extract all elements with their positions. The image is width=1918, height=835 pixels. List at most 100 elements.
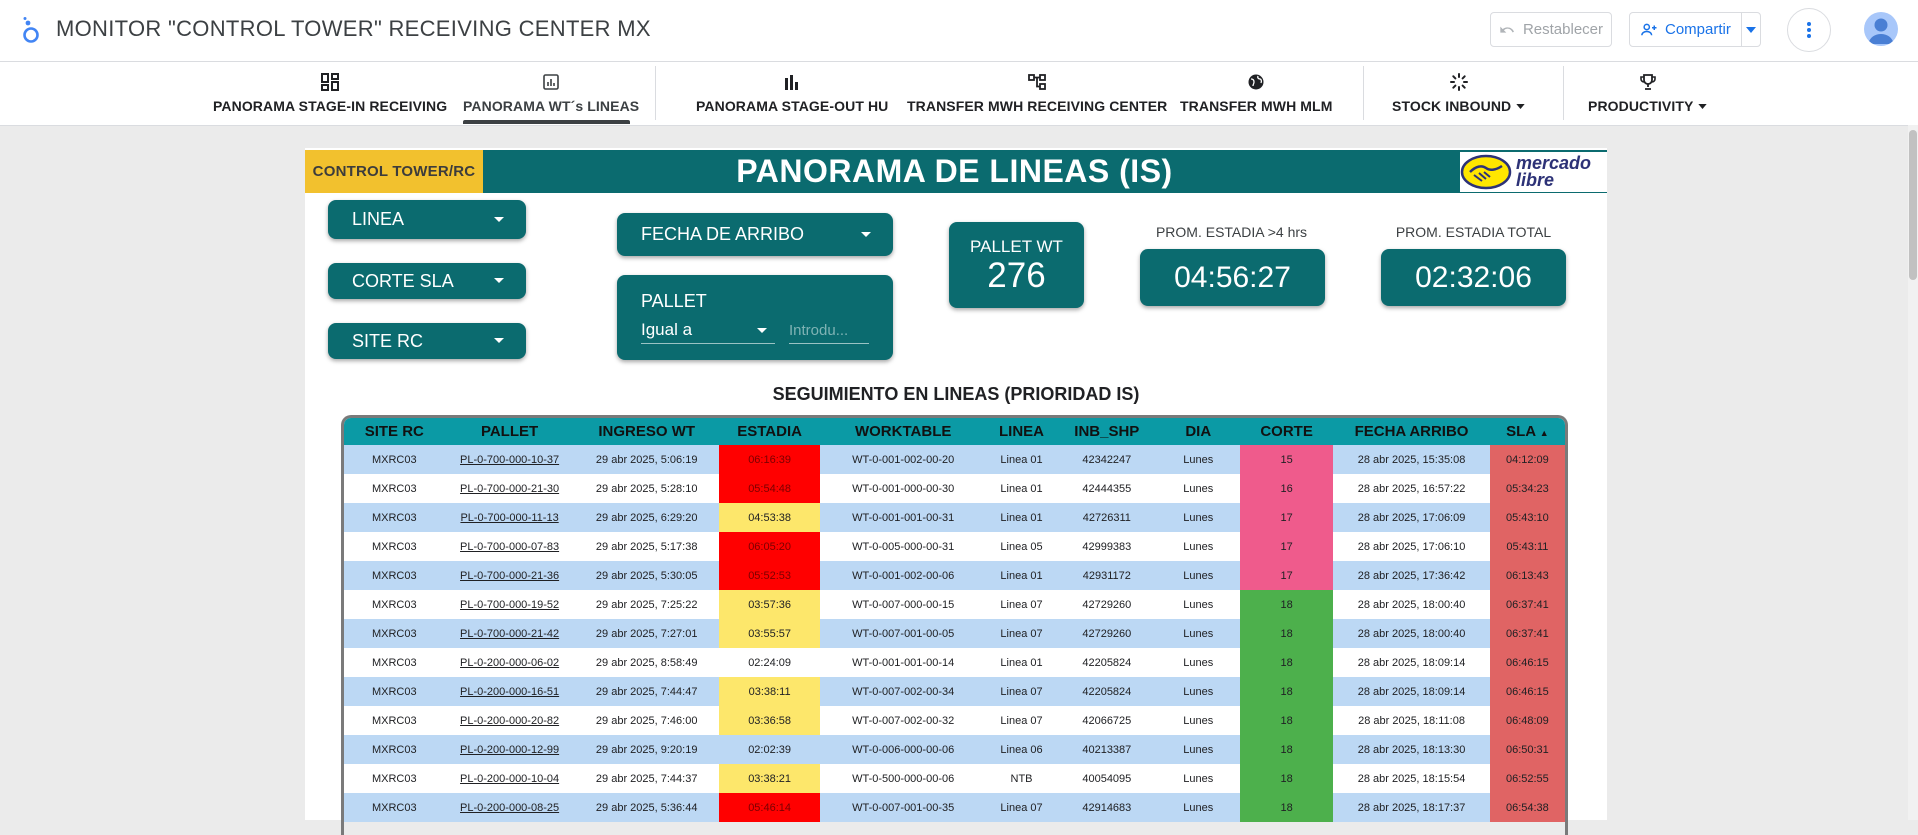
site-rc-filter-label: SITE RC xyxy=(352,330,424,351)
fecha-arribo-filter[interactable]: FECHA DE ARRIBO xyxy=(617,213,893,256)
cell-pallet[interactable]: PL-0-200-000-20-82 xyxy=(444,706,575,735)
col-header-site-rc[interactable]: SITE RC xyxy=(344,418,445,445)
cell-ingreso-wt: 29 abr 2025, 5:30:05 xyxy=(574,561,719,590)
cell-corte: 17 xyxy=(1239,503,1334,532)
cell-pallet[interactable]: PL-0-200-000-16-51 xyxy=(444,677,575,706)
col-header-sla[interactable]: SLA ▲ xyxy=(1489,418,1565,445)
estadia-total-caption: PROM. ESTADIA TOTAL xyxy=(1395,224,1552,240)
cell-estadia: 05:46:14 xyxy=(718,793,821,822)
cell-linea: Linea 01 xyxy=(985,648,1058,677)
linea-filter[interactable]: LINEA xyxy=(328,200,526,239)
corte-sla-filter[interactable]: CORTE SLA xyxy=(328,263,526,299)
cell-pallet[interactable]: PL-0-700-000-19-52 xyxy=(444,590,575,619)
cell-estadia: 03:55:57 xyxy=(718,619,821,648)
share-button[interactable]: Compartir xyxy=(1629,12,1761,47)
cell-linea: Linea 01 xyxy=(985,445,1058,474)
cell-fecha-arribo: 28 abr 2025, 18:00:40 xyxy=(1333,590,1490,619)
table-row: MXRC03 PL-0-700-000-21-42 29 abr 2025, 7:2… xyxy=(344,619,1565,648)
cell-sla: 06:37:41 xyxy=(1489,590,1565,619)
tab-productivity[interactable]: PRODUCTIVITY xyxy=(1588,72,1708,122)
spinner-icon xyxy=(1449,73,1468,91)
cell-dia: Lunes xyxy=(1156,619,1240,648)
cell-fecha-arribo: 28 abr 2025, 15:35:08 xyxy=(1333,445,1490,474)
fecha-arribo-filter-label: FECHA DE ARRIBO xyxy=(641,224,805,244)
control-tower-label: CONTROL TOWER/RC xyxy=(305,150,483,193)
cell-worktable: WT-0-007-002-00-34 xyxy=(820,677,986,706)
cell-pallet[interactable]: PL-0-700-000-11-13 xyxy=(444,503,575,532)
tab-panorama-wt-lineas[interactable]: PANORAMA WT´s LINEAS xyxy=(463,72,639,122)
tab-panorama-stage-out[interactable]: PANORAMA STAGE-OUT HU xyxy=(696,72,888,122)
col-header-linea[interactable]: LINEA xyxy=(985,418,1058,445)
col-header-pallet[interactable]: PALLET xyxy=(444,418,575,445)
cell-ingreso-wt: 29 abr 2025, 5:06:19 xyxy=(574,445,719,474)
cell-pallet[interactable]: PL-0-700-000-10-37 xyxy=(444,445,575,474)
tab-label: PANORAMA STAGE-IN RECEIVING xyxy=(213,98,448,114)
cell-dia: Lunes xyxy=(1156,474,1240,503)
col-header-corte[interactable]: CORTE xyxy=(1239,418,1334,445)
cell-pallet[interactable]: PL-0-200-000-12-99 xyxy=(444,735,575,764)
caret-down-icon xyxy=(1516,103,1525,109)
tab-stock-inbound[interactable]: STOCK INBOUND xyxy=(1392,72,1525,122)
cell-corte: 18 xyxy=(1239,793,1334,822)
cell-pallet[interactable]: PL-0-700-000-21-36 xyxy=(444,561,575,590)
cell-fecha-arribo: 28 abr 2025, 17:06:09 xyxy=(1333,503,1490,532)
cell-corte: 18 xyxy=(1239,619,1334,648)
cell-worktable: WT-0-006-000-00-06 xyxy=(820,735,986,764)
cell-estadia: 02:02:39 xyxy=(718,735,821,764)
scrollbar-thumb[interactable] xyxy=(1909,130,1917,280)
cell-pallet[interactable]: PL-0-700-000-21-30 xyxy=(444,474,575,503)
tab-label: PRODUCTIVITY xyxy=(1588,98,1694,114)
pallet-filter: PALLET Igual a Introdu... xyxy=(617,275,893,360)
tab-transfer-mwh-mlm[interactable]: TRANSFER MWH MLM xyxy=(1180,72,1332,122)
bar-chart-icon xyxy=(785,75,799,90)
trophy-icon xyxy=(1639,74,1656,90)
cell-linea: Linea 05 xyxy=(985,532,1058,561)
col-header-dia[interactable]: DIA xyxy=(1156,418,1240,445)
cell-worktable: WT-0-005-000-00-31 xyxy=(820,532,986,561)
pallet-operator-select[interactable]: Igual a xyxy=(641,317,775,344)
cell-ingreso-wt: 29 abr 2025, 7:44:37 xyxy=(574,764,719,793)
cell-pallet[interactable]: PL-0-200-000-06-02 xyxy=(444,648,575,677)
tab-panorama-stage-in[interactable]: PANORAMA STAGE-IN RECEIVING xyxy=(213,72,447,122)
tab-transfer-mwh-receiving[interactable]: TRANSFER MWH RECEIVING CENTER xyxy=(907,72,1167,122)
person-add-icon xyxy=(1641,23,1657,35)
cell-linea: Linea 01 xyxy=(985,474,1058,503)
caret-down-icon xyxy=(494,338,504,343)
tab-label: PANORAMA STAGE-OUT HU xyxy=(696,98,889,114)
avatar[interactable] xyxy=(1864,12,1898,46)
cell-linea: Linea 07 xyxy=(985,706,1058,735)
col-header-inb-shp[interactable]: INB_SHP xyxy=(1057,418,1157,445)
col-header-ingreso-wt[interactable]: INGRESO WT xyxy=(574,418,719,445)
caret-down-icon xyxy=(1746,26,1756,33)
cell-inb-shp: 42444355 xyxy=(1057,474,1157,503)
cell-site-rc: MXRC03 xyxy=(344,706,445,735)
cell-site-rc: MXRC03 xyxy=(344,561,445,590)
cell-inb-shp: 42914683 xyxy=(1057,793,1157,822)
handshake-logo-icon xyxy=(1460,154,1512,190)
table-row: MXRC03 PL-0-200-000-06-02 29 abr 2025, 8:5… xyxy=(344,648,1565,677)
table-row: MXRC03 PL-0-200-000-08-25 29 abr 2025, 5:3… xyxy=(344,793,1565,822)
site-rc-filter[interactable]: SITE RC xyxy=(328,323,526,359)
cell-pallet[interactable]: PL-0-700-000-07-83 xyxy=(444,532,575,561)
reset-button[interactable]: Restablecer xyxy=(1490,12,1612,47)
app-title: MONITOR "CONTROL TOWER" RECEIVING CENTER… xyxy=(56,16,651,41)
cell-pallet[interactable]: PL-0-700-000-21-42 xyxy=(444,619,575,648)
more-options-button[interactable] xyxy=(1787,8,1831,52)
cell-pallet[interactable]: PL-0-200-000-10-04 xyxy=(444,764,575,793)
cell-fecha-arribo: 28 abr 2025, 18:09:14 xyxy=(1333,648,1490,677)
col-header-estadia[interactable]: ESTADIA xyxy=(718,418,821,445)
cell-pallet[interactable]: PL-0-200-000-08-25 xyxy=(444,793,575,822)
col-header-worktable[interactable]: WORKTABLE xyxy=(820,418,986,445)
cell-site-rc: MXRC03 xyxy=(344,648,445,677)
tab-label: PANORAMA WT´s LINEAS xyxy=(463,98,640,114)
share-main[interactable]: Compartir xyxy=(1630,13,1741,46)
pallet-value-input[interactable]: Introdu... xyxy=(789,317,869,344)
cell-inb-shp: 42726311 xyxy=(1057,503,1157,532)
table-row: MXRC03 PL-0-200-000-10-04 29 abr 2025, 7:4… xyxy=(344,764,1565,793)
col-header-fecha-arribo[interactable]: FECHA ARRIBO xyxy=(1333,418,1490,445)
cell-sla: 06:46:15 xyxy=(1489,648,1565,677)
share-dropdown-button[interactable] xyxy=(1741,13,1760,46)
cell-corte: 18 xyxy=(1239,764,1334,793)
chart-icon xyxy=(543,74,559,90)
cell-fecha-arribo: 28 abr 2025, 18:09:14 xyxy=(1333,677,1490,706)
